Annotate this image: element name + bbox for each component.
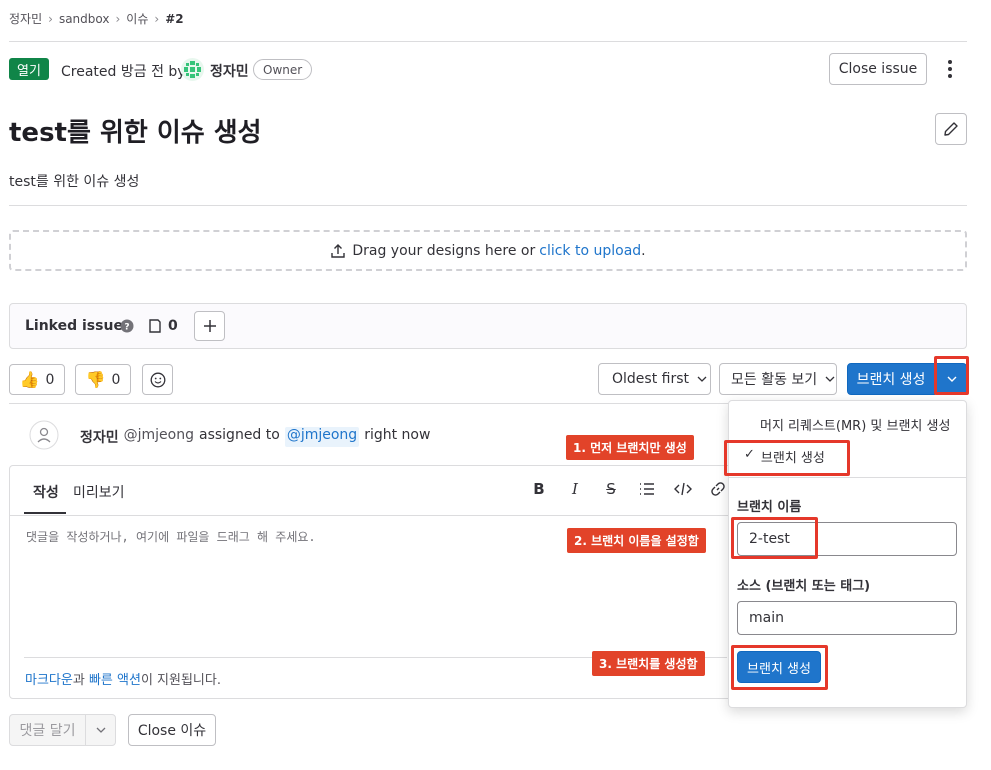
comment-options-toggle[interactable] [85,714,116,746]
breadcrumb-current: #2 [165,11,184,26]
comment-textarea[interactable]: 댓글을 작성하거나, 여기에 파일을 드래그 해 주세요. [26,528,316,545]
plus-icon [203,320,216,332]
created-text: Created 방금 전 by [61,64,186,80]
breadcrumb: 정자민 › sandbox › 이슈 › #2 [9,10,184,27]
option-create-mr-and-branch[interactable]: 머지 리퀘스트(MR) 및 브랜치 생성 [760,415,950,434]
activity-time: right now [364,427,431,443]
role-badge: Owner [253,59,313,80]
breadcrumb-item-issues[interactable]: 이슈 [126,10,148,27]
thumbs-up-icon: 👍 [19,370,40,389]
chevron-right-icon: › [48,11,53,26]
chevron-right-icon: › [115,11,121,26]
avatar[interactable] [181,58,204,81]
divider [9,205,967,206]
highlight-submit [731,645,828,690]
highlight-branch-name [731,517,818,559]
bold-icon[interactable]: B [530,480,548,498]
linked-issues-label: Linked issues [25,318,132,334]
svg-text:?: ? [124,323,129,333]
divider [9,403,729,404]
pencil-icon [944,122,958,136]
comment-button[interactable]: 댓글 달기 [9,714,86,746]
edit-title-button[interactable] [935,113,967,145]
design-upload-dropzone[interactable]: Drag your designs here or click to uploa… [9,230,967,271]
highlight-toggle [934,356,969,395]
breadcrumb-item-project[interactable]: sandbox [59,12,110,26]
help-icon[interactable]: ? [120,319,134,333]
thumbs-up-button[interactable]: 👍 0 [9,364,65,395]
highlight-option-branch [724,440,850,476]
code-icon[interactable] [674,481,692,497]
linked-issues-count: 0 [168,318,178,334]
dropdown-divider [729,477,966,478]
source-input[interactable]: main [737,601,957,635]
add-reaction-button[interactable] [142,364,173,395]
more-actions-icon[interactable] [940,58,960,80]
activity-mention[interactable]: @jmjeong [284,427,360,447]
tab-write[interactable]: 작성 [33,482,59,502]
close-issue-button[interactable]: Close issue [829,53,927,85]
system-note-avatar [29,420,59,450]
upload-text: Drag your designs here or [352,242,536,259]
branch-name-label: 브랜치 이름 [737,500,802,515]
quick-actions-link[interactable]: 빠른 액션 [89,673,141,688]
divider [9,41,967,42]
tab-write-underline [24,512,66,514]
footer-end: 이 지원됩니다. [140,673,221,688]
smiley-icon [150,372,165,387]
chevron-down-icon [96,727,105,733]
author-name[interactable]: 정자민 [210,61,249,81]
footer-mid: 과 [72,673,85,688]
link-icon[interactable] [710,481,726,497]
annotation-step-1: 1. 먼저 브랜치만 생성 [566,435,694,460]
strikethrough-icon[interactable]: S [602,480,620,498]
tab-preview[interactable]: 미리보기 [73,482,125,502]
source-label: 소스 (브랜치 또는 태그) [737,579,871,594]
chevron-down-icon [825,376,835,382]
annotation-step-2: 2. 브랜치 이름을 설정함 [567,528,706,553]
add-linked-issue-button[interactable] [194,311,225,341]
activity-filter-dropdown[interactable]: 모든 활동 보기 [719,363,837,395]
breadcrumb-item-user[interactable]: 정자민 [9,10,42,27]
activity-entry: 정자민 @jmjeong assigned to @jmjeong right … [80,427,430,447]
formatting-toolbar: B I S [530,480,726,498]
sort-label: Oldest first [612,371,689,387]
close-issue-footer-button[interactable]: Close 이슈 [128,714,216,746]
issues-icon [148,318,162,334]
issue-description: test를 위한 이슈 생성 [9,174,140,190]
issue-title: test를 위한 이슈 생성 [9,118,262,148]
activity-user[interactable]: 정자민 [80,427,119,447]
annotation-step-3: 3. 브랜치를 생성함 [592,651,705,676]
upload-suffix: . [641,242,646,259]
status-badge: 열기 [9,58,49,80]
list-icon[interactable] [638,481,656,497]
upload-icon [331,243,346,258]
thumbs-down-button[interactable]: 👎 0 [75,364,131,395]
sort-dropdown[interactable]: Oldest first [598,363,711,395]
chevron-right-icon: › [154,11,160,26]
click-to-upload-link[interactable]: click to upload [539,243,641,259]
thumbs-down-icon: 👎 [85,370,106,389]
editor-footer: 마크다운과 빠른 액션이 지원됩니다. [25,669,221,688]
activity-filter-label: 모든 활동 보기 [731,372,818,388]
thumbs-down-count: 0 [111,371,121,388]
italic-icon[interactable]: I [566,480,584,498]
activity-handle[interactable]: @jmjeong [124,427,194,447]
activity-action: assigned to [199,427,280,443]
chevron-down-icon [697,376,707,382]
create-branch-button[interactable]: 브랜치 생성 [847,363,935,395]
thumbs-up-count: 0 [45,371,55,388]
markdown-link[interactable]: 마크다운 [25,673,73,688]
source-value: main [749,610,784,626]
